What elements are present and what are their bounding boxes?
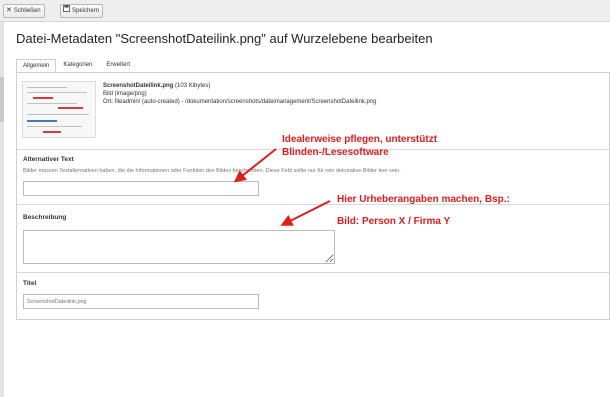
title-input[interactable] [23, 294, 259, 309]
tab-allgemein[interactable]: Allgemein [16, 59, 57, 73]
left-scrollbar[interactable] [0, 22, 4, 397]
save-icon [63, 5, 70, 17]
file-info: ScreenshotDateilink.png (103 Kibytes) Bi… [103, 82, 376, 106]
close-button[interactable]: ✕ Schließen [3, 4, 45, 18]
annotation-alt-line1: Idealerweise pflegen, unterstützt [282, 134, 438, 145]
divider [17, 272, 609, 273]
annotation-desc-line1: Hier Urheberangaben machen, Bsp.: [337, 194, 510, 205]
scroll-thumb[interactable] [0, 77, 4, 122]
tab-erweitert[interactable]: Erweitert [99, 58, 137, 72]
close-button-label: Schließen [13, 8, 41, 14]
save-button-label: Speichern [72, 8, 100, 14]
tab-kategorien[interactable]: Kategorien [56, 58, 99, 72]
alt-text-label: Alternativer Text [23, 156, 74, 163]
file-type: Bild (image/png) [103, 91, 147, 97]
file-thumbnail[interactable] [22, 81, 96, 138]
close-icon: ✕ [6, 7, 12, 14]
divider [17, 204, 609, 205]
description-label: Beschreibung [23, 214, 67, 221]
file-name: ScreenshotDateilink.png [103, 83, 174, 89]
file-size: (103 Kibytes) [175, 83, 211, 89]
metadata-panel: ScreenshotDateilink.png (103 Kibytes) Bi… [16, 72, 610, 320]
file-location: Ort: fileadmin/ (auto-created) - /dokume… [103, 99, 377, 105]
annotation-desc-line2: Bild: Person X / Firma Y [337, 216, 451, 227]
alt-text-help: Bilder müssen Textalternativen haben, di… [23, 168, 401, 174]
toolbar: ✕ Schließen Speichern [0, 0, 610, 22]
annotation-alt-line2: Blinden-/Lesesoftware [282, 147, 389, 158]
description-textarea[interactable] [23, 230, 335, 264]
tab-bar: Allgemein Kategorien Erweitert [16, 58, 137, 73]
title-label: Titel [23, 280, 37, 287]
save-button[interactable]: Speichern [60, 4, 104, 18]
alt-text-input[interactable] [23, 181, 259, 196]
page-title: Datei-Metadaten "ScreenshotDateilink.png… [16, 31, 433, 46]
